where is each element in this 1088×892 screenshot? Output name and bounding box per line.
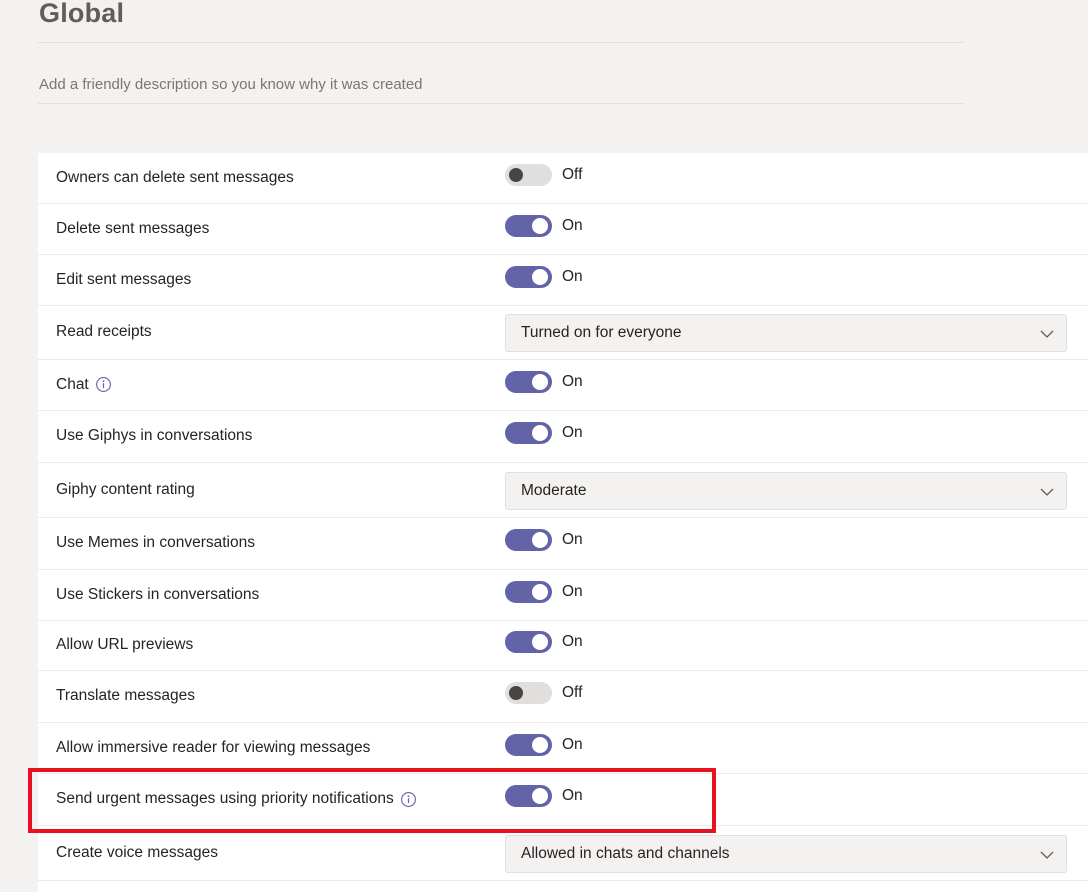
setting-dropdown[interactable]: Moderate: [505, 471, 1067, 510]
toggle-control: On: [505, 580, 583, 603]
toggle-state-label: Off: [562, 684, 583, 701]
setting-label-text: Delete sent messages: [56, 219, 210, 237]
toggle-control: On: [505, 214, 583, 237]
toggle-state-label: On: [562, 633, 583, 650]
toggle-state-label: Off: [562, 165, 583, 183]
setting-label-text: Allow immersive reader for viewing messa…: [56, 738, 371, 756]
chevron-down-icon: [1040, 327, 1054, 341]
dropdown-value: Moderate: [521, 481, 587, 499]
toggle-switch[interactable]: [505, 580, 552, 603]
toggle-switch[interactable]: [505, 631, 552, 653]
toggle-state-label: On: [562, 424, 583, 441]
setting-label-text: Create voice messages: [56, 843, 218, 861]
toggle-switch[interactable]: [505, 422, 552, 444]
setting-label: Delete sent messages: [56, 220, 209, 238]
description-divider: [38, 103, 964, 104]
toggle-control: Off: [505, 682, 582, 704]
toggle-knob: [532, 634, 548, 650]
setting-label-text: Translate messages: [56, 687, 195, 704]
toggle-switch[interactable]: [505, 370, 552, 393]
highlight-box: [28, 768, 716, 833]
setting-label-text: Allow URL previews: [56, 636, 194, 653]
setting-label: Use Stickers in conversations: [56, 586, 259, 604]
setting-label: Owners can delete sent messages: [56, 169, 294, 187]
chevron-down-icon: [1040, 485, 1054, 499]
setting-label-text: Read receipts: [56, 323, 152, 340]
toggle-knob: [532, 736, 548, 753]
setting-dropdown[interactable]: Allowed in chats and channels: [505, 834, 1067, 873]
setting-row: Allow immersive reader for viewing messa…: [38, 723, 1088, 774]
toggle-switch[interactable]: [505, 214, 552, 237]
toggle-state-label: On: [562, 267, 583, 285]
setting-label-text: Use Memes in conversations: [56, 534, 255, 551]
info-icon[interactable]: [95, 376, 112, 393]
toggle-knob: [532, 217, 548, 234]
setting-label: Read receipts: [56, 323, 152, 341]
setting-dropdown[interactable]: Turned on for everyone: [505, 314, 1067, 352]
page-title: Global: [39, 0, 125, 28]
toggle-knob: [509, 686, 523, 700]
setting-label: Chat: [56, 376, 112, 394]
setting-label: Allow immersive reader for viewing messa…: [56, 739, 370, 757]
dropdown-value: Turned on for everyone: [521, 324, 682, 341]
setting-row: Use Giphys in conversations On: [38, 411, 1088, 463]
toggle-switch[interactable]: [505, 265, 552, 288]
toggle-switch[interactable]: [505, 682, 552, 704]
setting-row: Edit sent messages On: [38, 255, 1088, 306]
policy-page: Global Owners can delete sent messages Of…: [0, 0, 1088, 892]
toggle-control: Off: [505, 163, 583, 186]
description-input[interactable]: [39, 76, 939, 93]
setting-label-text: Use Giphys in conversations: [56, 427, 253, 444]
setting-row: Giphy content rating Moderate: [38, 463, 1088, 518]
toggle-state-label: On: [562, 582, 583, 600]
toggle-knob: [509, 167, 523, 182]
setting-label: Translate messages: [56, 687, 195, 705]
toggle-switch[interactable]: [505, 529, 552, 551]
setting-label: Use Giphys in conversations: [56, 427, 252, 445]
setting-row: Chat On: [38, 360, 1088, 411]
setting-row: Use Stickers in conversations On: [38, 570, 1088, 621]
setting-row: Create voice messages Allowed in chats an…: [38, 826, 1088, 881]
toggle-state-label: On: [562, 216, 583, 234]
toggle-knob: [532, 583, 548, 600]
toggle-switch[interactable]: [505, 163, 552, 186]
title-divider: [38, 42, 964, 43]
toggle-control: On: [505, 422, 583, 444]
dropdown-value: Allowed in chats and channels: [521, 844, 730, 862]
setting-label-text: Use Stickers in conversations: [56, 585, 260, 603]
toggle-knob: [532, 532, 548, 548]
chevron-down-icon: [1040, 848, 1054, 862]
toggle-state-label: On: [562, 735, 583, 753]
setting-row: Owners can delete sent messages Off: [38, 153, 1088, 204]
setting-row: Read receipts Turned on for everyone: [38, 306, 1088, 360]
toggle-switch[interactable]: [505, 733, 552, 756]
toggle-control: On: [505, 370, 583, 393]
toggle-knob: [532, 268, 548, 285]
setting-label: Allow URL previews: [56, 636, 193, 654]
setting-label: Giphy content rating: [56, 481, 195, 499]
setting-row: Use Memes in conversations On: [38, 518, 1088, 570]
setting-label-text: Owners can delete sent messages: [56, 168, 294, 186]
toggle-state-label: On: [562, 372, 583, 390]
toggle-control: On: [505, 733, 583, 756]
setting-label: Edit sent messages: [56, 271, 191, 289]
toggle-knob: [532, 373, 548, 390]
toggle-knob: [532, 425, 548, 441]
toggle-control: On: [505, 265, 583, 288]
setting-label-text: Chat: [56, 375, 89, 393]
setting-label: Create voice messages: [56, 844, 218, 862]
toggle-control: On: [505, 529, 583, 551]
setting-label: Use Memes in conversations: [56, 534, 255, 552]
setting-label-text: Edit sent messages: [56, 270, 192, 288]
toggle-state-label: On: [562, 531, 583, 548]
toggle-control: On: [505, 631, 583, 653]
setting-row: Delete sent messages On: [38, 204, 1088, 255]
setting-row: Translate messages Off: [38, 671, 1088, 723]
setting-label-text: Giphy content rating: [56, 480, 195, 498]
setting-row: Allow URL previews On: [38, 621, 1088, 671]
